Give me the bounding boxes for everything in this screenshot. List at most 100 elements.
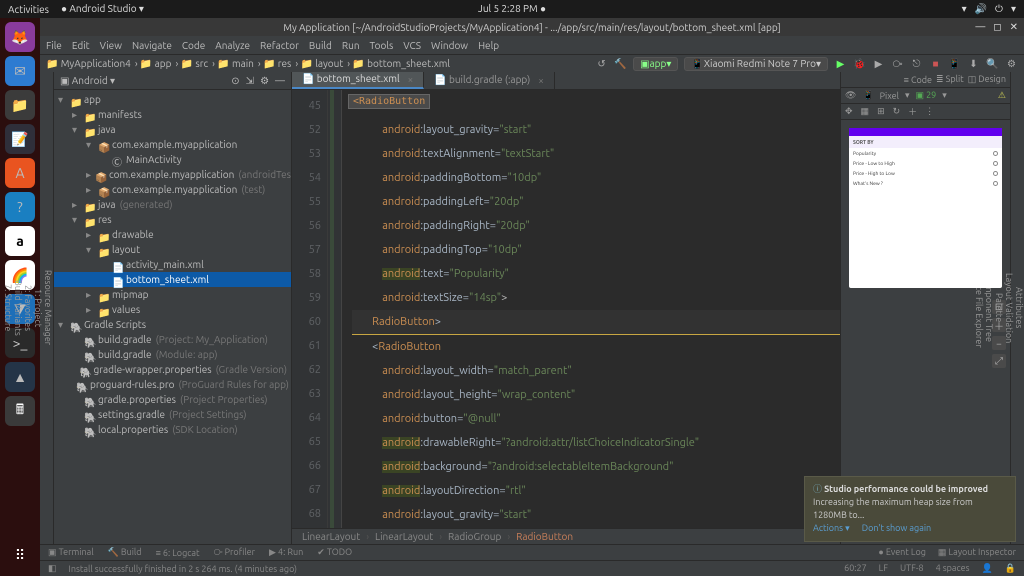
eye-icon[interactable]: 👁 [845, 90, 856, 101]
tree-item[interactable]: ▾🐘Gradle Scripts [54, 317, 291, 332]
tree-item[interactable]: 🐘proguard-rules.pro (ProGuard Rules for … [54, 377, 291, 392]
inspector-tab[interactable]: ▦ Layout Inspector [938, 547, 1016, 558]
toolwindow-1-project[interactable]: 1: Project [33, 72, 43, 544]
tree-item[interactable]: 🐘gradle.properties (Project Properties) [54, 392, 291, 407]
debug-icon[interactable]: 🐞 [853, 57, 866, 70]
tree-item[interactable]: ⒸMainActivity [54, 152, 291, 167]
structure-crumb[interactable]: RadioButton [516, 531, 573, 542]
breadcrumb-item[interactable]: › 📁 src [176, 58, 209, 70]
profile-icon[interactable]: ⧂ [891, 57, 904, 70]
notif-actions-link[interactable]: Actions ▾ [813, 523, 850, 533]
menu-analyze[interactable]: Analyze [215, 40, 250, 51]
tab-code[interactable]: ≡ Code [904, 75, 932, 85]
todo-tab[interactable]: ✔ TODO [317, 547, 352, 558]
tree-item[interactable]: 🐘local.properties (SDK Location) [54, 422, 291, 437]
search-icon[interactable]: 🔍 [986, 57, 999, 70]
menu-refactor[interactable]: Refactor [260, 40, 299, 51]
build-tab[interactable]: 🔨 Build [108, 547, 142, 558]
more-icon[interactable]: ⋮ [925, 106, 934, 117]
tree-item[interactable]: ▸📁manifests [54, 107, 291, 122]
gear-icon[interactable]: ⚙ [260, 75, 269, 87]
tree-item[interactable]: 📄bottom_sheet.xml [54, 272, 291, 287]
avd-icon[interactable]: 📱 [948, 57, 961, 70]
menu-tools[interactable]: Tools [370, 40, 394, 51]
tree-item[interactable]: ▸📁mipmap [54, 287, 291, 302]
memory-icon[interactable]: 🔒 [1005, 563, 1016, 574]
settings-icon[interactable]: ⚙ [1005, 57, 1018, 70]
toolwindow-2-favorites[interactable]: 2: Favorites [23, 72, 33, 544]
coverage-icon[interactable]: ▶ [872, 57, 885, 70]
tree-item[interactable]: ▾📁app [54, 92, 291, 107]
code-editor[interactable]: 45525354555657585960616263646566676869 a… [292, 90, 840, 528]
stop-icon[interactable]: ■ [929, 57, 942, 70]
breadcrumb-item[interactable]: › 📁 bottom_sheet.xml [347, 58, 450, 70]
line-ending[interactable]: LF [879, 563, 888, 574]
run-icon[interactable]: ▶ [834, 57, 847, 70]
sync-icon[interactable]: ↺ [595, 57, 608, 70]
volume-icon[interactable]: 🔊 [975, 3, 987, 15]
power-icon[interactable]: ⏻ [995, 3, 1003, 15]
terminal-tab[interactable]: ▣ Terminal [48, 547, 94, 558]
toolwindow-resource-manager[interactable]: Resource Manager [43, 72, 53, 544]
firefox-icon[interactable]: 🦊 [5, 22, 35, 52]
eventlog-tab[interactable]: ● Event Log [878, 547, 926, 558]
menu-run[interactable]: Run [342, 40, 360, 51]
activities-button[interactable]: Activities [8, 4, 49, 15]
indent[interactable]: 4 spaces [936, 563, 970, 574]
menu-help[interactable]: Help [478, 40, 499, 51]
tree-item[interactable]: ▸📁java (generated) [54, 197, 291, 212]
caret-position[interactable]: 60:27 [844, 563, 867, 574]
hammer-icon[interactable]: 🔨 [614, 57, 627, 70]
logcat-tab[interactable]: ≡ 6: Logcat [156, 548, 200, 558]
tree-item[interactable]: 🐘gradle-wrapper.properties (Gradle Versi… [54, 362, 291, 377]
show-apps-icon[interactable]: ⠿ [5, 540, 35, 570]
attach-icon[interactable]: ⎋ [910, 57, 923, 70]
hide-icon[interactable]: — [275, 75, 285, 87]
profiler-tab[interactable]: ⧂ Profiler [214, 547, 255, 558]
menu-view[interactable]: View [100, 40, 122, 51]
project-tree[interactable]: ▾📁app▸📁manifests▾📁java▾📦com.example.myap… [54, 90, 291, 544]
project-view-selector[interactable]: ▣ Android ▾ [60, 75, 115, 87]
plus-icon[interactable]: ＋ [908, 105, 917, 118]
menu-build[interactable]: Build [309, 40, 332, 51]
device-selector[interactable]: 📱 Xiaomi Redmi Note 7 Pro ▾ [684, 57, 828, 71]
tree-item[interactable]: 🐘build.gradle (Project: My_Application) [54, 332, 291, 347]
network-icon[interactable]: ▾ [962, 3, 967, 15]
breadcrumb-item[interactable]: 📁 MyApplication4 [46, 58, 131, 70]
menu-navigate[interactable]: Navigate [132, 40, 172, 51]
expand-icon[interactable]: ⇲ [246, 75, 254, 87]
orientation-icon[interactable]: 📱 [862, 90, 873, 101]
tab-split[interactable]: ≣ Split [936, 74, 964, 85]
tree-item[interactable]: ▸📦com.example.myapplication (test) [54, 182, 291, 197]
structure-crumb[interactable]: RadioGroup [448, 531, 501, 542]
encoding[interactable]: UTF-8 [900, 563, 924, 574]
layers-icon[interactable]: ▦ [861, 106, 870, 117]
select-opened-icon[interactable]: ⊙ [231, 75, 239, 87]
tree-item[interactable]: ▾📁java [54, 122, 291, 137]
editor-tab[interactable]: 📄 bottom_sheet.xml × [292, 71, 424, 89]
structure-breadcrumbs[interactable]: LinearLayout›LinearLayout›RadioGroup›Rad… [292, 528, 840, 544]
menu-vcs[interactable]: VCS [403, 40, 421, 51]
tree-item[interactable]: ▸📁values [54, 302, 291, 317]
tree-item[interactable]: ▾📁layout [54, 242, 291, 257]
tree-item[interactable]: ▸📁drawable [54, 227, 291, 242]
refresh-icon[interactable]: ↻ [893, 106, 901, 117]
menu-edit[interactable]: Edit [72, 40, 90, 51]
toolwindow-attributes[interactable]: Attributes [1014, 72, 1024, 544]
menu-file[interactable]: File [46, 40, 62, 51]
tree-item[interactable]: ▾📦com.example.myapplication [54, 137, 291, 152]
device-preview-canvas[interactable]: SORT BY PopularityPrice - Low to HighPri… [849, 128, 1002, 288]
notif-dismiss-link[interactable]: Don't show again [862, 523, 931, 533]
maximize-icon[interactable]: ◻ [993, 21, 1001, 33]
tree-item[interactable]: 📄activity_main.xml [54, 257, 291, 272]
tree-item[interactable]: 🐘build.gradle (Module: app) [54, 347, 291, 362]
inspection-icon[interactable]: 👤 [982, 563, 993, 574]
toolwindow-layout-validation[interactable]: Layout Validation [1004, 72, 1014, 544]
minimize-icon[interactable]: — [975, 21, 985, 33]
tree-item[interactable]: ▸📦com.example.myapplication (androidTest… [54, 167, 291, 182]
clock[interactable]: Jul 5 2:28 PM ● [478, 3, 546, 15]
device-preview[interactable]: Pixel [880, 91, 899, 101]
tree-item[interactable]: 🐘settings.gradle (Project Settings) [54, 407, 291, 422]
close-icon[interactable]: ✕ [1010, 21, 1018, 33]
structure-crumb[interactable]: LinearLayout [302, 531, 360, 542]
